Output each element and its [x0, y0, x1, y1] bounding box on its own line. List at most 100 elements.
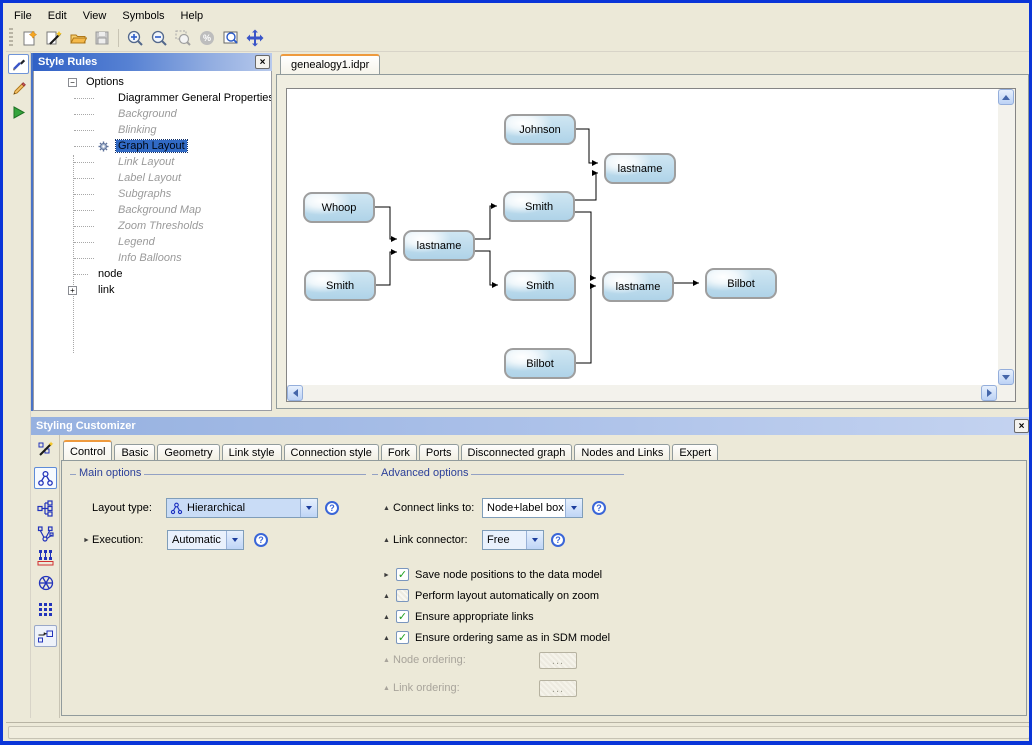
tree-item-options[interactable]: Options: [34, 74, 271, 90]
grid-bus-layout-button[interactable]: [34, 547, 57, 569]
connect-links-combo[interactable]: Node+label box: [482, 498, 583, 518]
styling-customizer-title: Styling Customizer: [36, 420, 136, 432]
menu-symbols[interactable]: Symbols: [114, 8, 172, 24]
layout-wand-button[interactable]: [34, 439, 57, 459]
tree-item-link[interactable]: link: [34, 282, 271, 298]
close-icon[interactable]: ×: [255, 55, 270, 69]
pan-button[interactable]: [244, 27, 266, 49]
expander-right-icon[interactable]: ►: [383, 572, 390, 579]
layout-type-combo[interactable]: Hierarchical: [166, 498, 318, 518]
tree-item-subgraphs[interactable]: Subgraphs: [34, 186, 271, 202]
tree-item-node[interactable]: node: [34, 266, 271, 282]
menu-view[interactable]: View: [75, 8, 115, 24]
node-bilbot-right[interactable]: Bilbot: [705, 268, 777, 299]
chevron-down-icon[interactable]: [526, 531, 543, 549]
node-lastname-top[interactable]: lastname: [604, 153, 676, 184]
grid-layout-button[interactable]: [34, 598, 57, 620]
advanced-options-group: Advanced options: [372, 469, 624, 479]
tab-geometry[interactable]: Geometry: [157, 444, 219, 461]
chevron-down-icon[interactable]: [226, 531, 243, 549]
link-layout-button[interactable]: [34, 625, 57, 647]
save-node-positions-checkbox[interactable]: [396, 568, 409, 581]
zoom-out-button[interactable]: [148, 27, 170, 49]
tree-item-label-layout[interactable]: Label Layout: [34, 170, 271, 186]
chevron-down-icon[interactable]: [565, 499, 582, 517]
tab-expert[interactable]: Expert: [672, 444, 718, 461]
expander-up-icon[interactable]: ▲: [383, 505, 390, 512]
tab-genealogy1[interactable]: genealogy1.idpr: [280, 54, 380, 74]
edit-pencil-button[interactable]: [10, 80, 28, 98]
circular-layout-button[interactable]: [34, 572, 57, 594]
tab-disconnected-graph[interactable]: Disconnected graph: [461, 444, 573, 461]
tree-item-background[interactable]: Background: [34, 106, 271, 122]
node-ordering-button: ...: [539, 652, 577, 669]
tab-control[interactable]: Control: [63, 440, 112, 461]
menu-help[interactable]: Help: [173, 8, 212, 24]
tab-ports[interactable]: Ports: [419, 444, 459, 461]
h-scrollbar[interactable]: [287, 385, 998, 401]
execution-combo[interactable]: Automatic: [167, 530, 244, 550]
expander-up-icon[interactable]: ▲: [383, 614, 390, 621]
tree-item-link-layout[interactable]: Link Layout: [34, 154, 271, 170]
style-brush-button[interactable]: [8, 54, 29, 74]
scroll-up-icon[interactable]: [998, 89, 1014, 105]
scroll-down-icon[interactable]: [998, 369, 1014, 385]
tree-layout-button[interactable]: [34, 497, 57, 519]
styling-customizer-titlebar[interactable]: Styling Customizer ×: [31, 417, 1031, 435]
hierarchical-layout-button[interactable]: [34, 467, 57, 489]
node-smith-middle[interactable]: Smith: [503, 191, 575, 222]
tree-item-info-balloons[interactable]: Info Balloons: [34, 250, 271, 266]
expander-up-icon[interactable]: ▲: [383, 593, 390, 600]
expander-up-icon: ▲: [383, 685, 390, 692]
node-smith-lower[interactable]: Smith: [504, 270, 576, 301]
radial-layout-button[interactable]: [34, 523, 57, 545]
link-connector-combo[interactable]: Free: [482, 530, 544, 550]
expand-icon[interactable]: [68, 286, 77, 295]
tab-fork[interactable]: Fork: [381, 444, 417, 461]
expander-up-icon[interactable]: ▲: [383, 537, 390, 544]
menu-file[interactable]: File: [6, 8, 40, 24]
scroll-right-icon[interactable]: [981, 385, 997, 401]
help-icon[interactable]: ?: [254, 533, 268, 547]
node-smith-left[interactable]: Smith: [304, 270, 376, 301]
v-scrollbar[interactable]: [998, 89, 1015, 385]
tab-connection-style[interactable]: Connection style: [284, 444, 379, 461]
node-bilbot-bottom[interactable]: Bilbot: [504, 348, 576, 379]
help-icon[interactable]: ?: [592, 501, 606, 515]
fit-contents-button[interactable]: [220, 27, 242, 49]
tree-item-legend[interactable]: Legend: [34, 234, 271, 250]
expander-right-icon[interactable]: ►: [83, 537, 90, 544]
menu-edit[interactable]: Edit: [40, 8, 75, 24]
help-icon[interactable]: ?: [551, 533, 565, 547]
ensure-appropriate-links-checkbox[interactable]: [396, 610, 409, 623]
perform-layout-on-zoom-checkbox[interactable]: [396, 589, 409, 602]
tree-item-zoom-thresholds[interactable]: Zoom Thresholds: [34, 218, 271, 234]
tree-item-graph-layout[interactable]: Graph Layout: [34, 138, 271, 154]
close-icon[interactable]: ×: [1014, 419, 1029, 433]
node-johnson[interactable]: Johnson: [504, 114, 576, 145]
diagram-canvas[interactable]: Johnson lastname Whoop Smith lastname Sm…: [287, 89, 998, 385]
tab-nodes-and-links[interactable]: Nodes and Links: [574, 444, 670, 461]
layout-icon-strip: [31, 435, 60, 718]
wizard-button[interactable]: [43, 27, 65, 49]
new-document-button[interactable]: [19, 27, 41, 49]
tree-item-blinking[interactable]: Blinking: [34, 122, 271, 138]
chevron-down-icon[interactable]: [300, 499, 317, 517]
node-whoop[interactable]: Whoop: [303, 192, 375, 223]
tree-item-diagrammer-general-properties[interactable]: Diagrammer General Properties: [34, 90, 271, 106]
node-lastname-right[interactable]: lastname: [602, 271, 674, 302]
tab-link-style[interactable]: Link style: [222, 444, 282, 461]
help-icon[interactable]: ?: [325, 501, 339, 515]
scroll-left-icon[interactable]: [287, 385, 303, 401]
zoom-in-button[interactable]: [124, 27, 146, 49]
collapse-icon[interactable]: [68, 78, 77, 87]
tab-basic[interactable]: Basic: [114, 444, 155, 461]
ensure-ordering-checkbox[interactable]: [396, 631, 409, 644]
node-lastname-center[interactable]: lastname: [403, 230, 475, 261]
run-button[interactable]: [10, 104, 28, 120]
open-button[interactable]: [67, 27, 89, 49]
style-rules-titlebar[interactable]: Style Rules ×: [33, 53, 272, 71]
expander-up-icon[interactable]: ▲: [383, 635, 390, 642]
tree-item-background-map[interactable]: Background Map: [34, 202, 271, 218]
toolbar-grip[interactable]: [9, 28, 13, 48]
